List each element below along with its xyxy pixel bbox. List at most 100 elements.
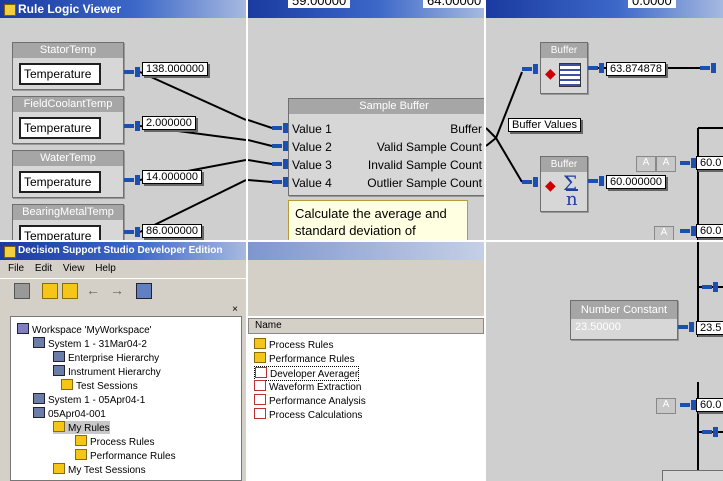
input-port-1[interactable] [272, 123, 288, 133]
list-pane-border [248, 302, 484, 316]
right-input-port[interactable] [702, 427, 718, 437]
tree-item[interactable]: 05Apr04-001 [33, 407, 106, 420]
cut-value: 23.5 [696, 321, 723, 335]
buffer-node-1[interactable]: Buffer ◆ [540, 42, 588, 94]
system-icon [33, 407, 45, 418]
menu-help[interactable]: Help [95, 263, 116, 274]
menu-file[interactable]: File [8, 263, 24, 274]
open-folder-icon[interactable] [42, 283, 58, 299]
list-column-header-name[interactable]: Name [248, 318, 484, 334]
input-port-4[interactable] [272, 177, 288, 187]
buffer-node-2[interactable]: Buffer ◆ Σ n [540, 156, 588, 212]
node-header: Sample Buffer [289, 99, 484, 114]
tree-item[interactable]: Performance Rules [75, 449, 176, 462]
node-field: Temperature [19, 63, 101, 85]
app-icon [4, 246, 16, 258]
output-port[interactable] [124, 175, 140, 185]
toolbar: ← → [0, 278, 246, 304]
buffer-output-port[interactable] [588, 176, 604, 186]
input-node-watertemp[interactable]: WaterTemp Temperature [12, 150, 124, 198]
buffer-output-port[interactable] [588, 63, 604, 73]
node-header: Buffer [541, 157, 587, 172]
forward-arrow-icon[interactable]: → [110, 283, 124, 297]
sample-buffer-input-3: Value 3 [292, 158, 332, 172]
viewer-middle-panel: 59.00000 64.00000 Sample Buffer Value 1 … [248, 0, 484, 240]
buffer-input-port[interactable] [522, 177, 538, 187]
menu-edit[interactable]: Edit [35, 263, 52, 274]
buffer-value-2: 60.000000 [606, 175, 666, 189]
right-input-port[interactable] [680, 400, 696, 410]
menu-bar: File Edit View Help [0, 260, 246, 278]
a-button[interactable]: A [654, 226, 674, 240]
viewer-wires-bottom [697, 242, 723, 481]
input-node-fieldcoolanttemp[interactable]: FieldCoolantTemp Temperature [12, 96, 124, 144]
list-item[interactable]: Performance Rules [254, 352, 355, 365]
tree-item[interactable]: System 1 - 31Mar04-2 [33, 337, 147, 350]
value-box: 14.000000 [142, 170, 202, 184]
list-item[interactable]: Process Calculations [254, 408, 362, 421]
hierarchy-icon [53, 365, 65, 376]
folder-icon [75, 435, 87, 446]
folder-icon [75, 449, 87, 460]
menubar-continued [248, 260, 484, 302]
number-constant-node[interactable]: Number Constant 23.50000 [570, 300, 678, 340]
dss-title: Decision Support Studio Developer Editio… [18, 245, 223, 256]
tree-item[interactable]: Test Sessions [61, 379, 138, 392]
diamond-icon: ◆ [545, 177, 556, 193]
tree-item[interactable]: Workspace 'MyWorkspace' [17, 323, 152, 336]
buffer-input-port[interactable] [522, 64, 538, 74]
partial-node [662, 470, 723, 481]
buffer-value-1: 63.874878 [606, 62, 666, 76]
input-port-3[interactable] [272, 159, 288, 169]
a-button[interactable]: A [656, 398, 676, 414]
tree-item[interactable]: Process Rules [75, 435, 154, 448]
n-icon: n [566, 189, 578, 210]
input-node-bearingmetaltemp[interactable]: BearingMetalTemp Temperature [12, 204, 124, 240]
rule-icon [255, 367, 267, 378]
system-icon [33, 393, 45, 404]
right-input-port[interactable] [702, 282, 718, 292]
tree-item[interactable]: My Test Sessions [53, 463, 146, 476]
system-icon [33, 337, 45, 348]
list-item[interactable]: Waveform Extraction [254, 380, 361, 393]
node-field: Temperature [19, 171, 101, 193]
tree-item[interactable]: System 1 - 05Apr04-1 [33, 393, 145, 406]
tree-item[interactable]: Enterprise Hierarchy [53, 351, 159, 364]
save-icon[interactable] [62, 283, 78, 299]
grid-icon[interactable] [14, 283, 30, 299]
sample-buffer-output-3: Invalid Sample Count [367, 158, 482, 172]
output-port[interactable] [124, 227, 140, 237]
folder-icon [61, 379, 73, 390]
list-item[interactable]: Process Rules [254, 338, 333, 351]
dss-titlebar-continued [248, 242, 484, 260]
right-input-port[interactable] [680, 158, 696, 168]
right-input-port[interactable] [680, 226, 696, 236]
input-port-2[interactable] [272, 141, 288, 151]
properties-icon[interactable] [136, 283, 152, 299]
right-input-port[interactable] [700, 63, 716, 73]
a-button[interactable]: A [656, 156, 676, 172]
folder-icon [53, 421, 65, 432]
close-icon[interactable]: × [232, 304, 238, 315]
output-port[interactable] [124, 67, 140, 77]
cut-value: 60.0 [696, 156, 723, 170]
rule-icon [254, 408, 266, 419]
value-box: 86.000000 [142, 224, 202, 238]
back-arrow-icon[interactable]: ← [86, 283, 100, 297]
a-button[interactable]: A [636, 156, 656, 172]
constant-output-port[interactable] [678, 322, 694, 332]
node-header: StatorTemp [13, 43, 123, 58]
tree-view[interactable]: Workspace 'MyWorkspace' System 1 - 31Mar… [10, 316, 242, 481]
list-item[interactable]: Performance Analysis [254, 394, 366, 407]
output-port[interactable] [124, 121, 140, 131]
tree-item[interactable]: Instrument Hierarchy [53, 365, 161, 378]
tree-item-selected[interactable]: My Rules [53, 421, 110, 434]
sample-buffer-output-2: Valid Sample Count [376, 140, 482, 154]
menu-view[interactable]: View [63, 263, 85, 274]
input-node-statortemp[interactable]: StatorTemp Temperature [12, 42, 124, 90]
grid-icon [559, 63, 581, 87]
value-box: 2.000000 [142, 116, 196, 130]
rule-icon [254, 380, 266, 391]
sample-buffer-output-1: Buffer [450, 122, 482, 136]
list-item-selected[interactable]: Developer Averager [254, 366, 360, 381]
